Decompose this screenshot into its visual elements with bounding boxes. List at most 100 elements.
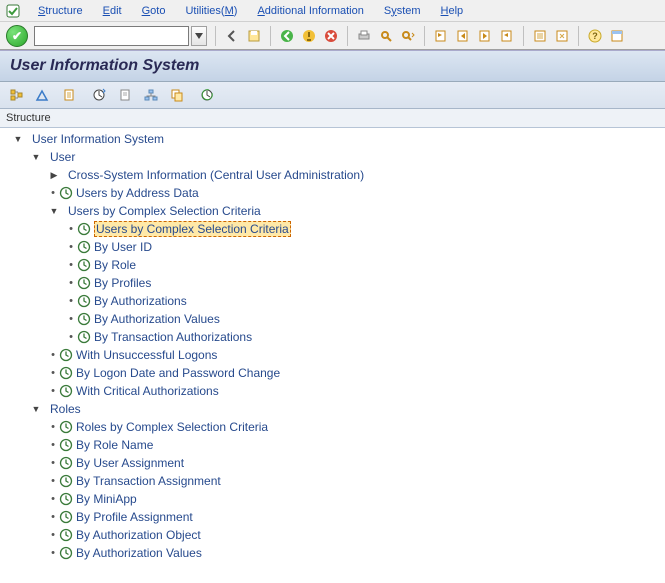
tree-row[interactable]: •By Logon Date and Password Change (0, 364, 665, 382)
menu-utilities[interactable]: Utilities(M) (175, 3, 247, 19)
tree-row[interactable]: •With Unsuccessful Logons (0, 346, 665, 364)
find-next-icon[interactable] (398, 26, 418, 46)
prev-page-icon[interactable] (453, 26, 473, 46)
collapse-icon[interactable]: ▼ (12, 134, 24, 144)
tree-label[interactable]: Roles (50, 402, 81, 416)
tree-row[interactable]: • By Role Name (0, 436, 665, 454)
next-page-icon[interactable] (475, 26, 495, 46)
display-doc-icon[interactable] (58, 85, 80, 105)
expand-subtree-icon[interactable] (6, 85, 28, 105)
tree-row[interactable]: • By User ID (0, 238, 665, 256)
refresh-icon[interactable] (196, 85, 218, 105)
tree-label[interactable]: By Authorization Object (76, 528, 201, 542)
tree-row[interactable]: ▼ Users by Complex Selection Criteria (0, 202, 665, 220)
bullet-icon: • (48, 421, 58, 433)
tree-label[interactable]: With Critical Authorizations (76, 384, 219, 398)
tree-label[interactable]: By Role Name (76, 438, 153, 452)
tree-row[interactable]: • By User Assignment (0, 454, 665, 472)
tree-label[interactable]: By Role (94, 258, 136, 272)
tree-label[interactable]: By Transaction Assignment (76, 474, 221, 488)
back-green-icon[interactable] (277, 26, 297, 46)
menu-additional-info[interactable]: Additional Information (247, 3, 373, 19)
command-field[interactable] (34, 26, 189, 46)
tree-label[interactable]: By Profile Assignment (76, 510, 193, 524)
command-dropdown[interactable] (191, 26, 207, 46)
tree-row[interactable]: ▼ Roles (0, 400, 665, 418)
tree-label[interactable]: Cross-System Information (Central User A… (68, 168, 364, 182)
print-icon[interactable] (354, 26, 374, 46)
new-session-icon[interactable] (530, 26, 550, 46)
app-toolbar (0, 82, 665, 109)
tree-row[interactable]: •By MiniApp (0, 490, 665, 508)
tree-row[interactable]: •With Critical Authorizations (0, 382, 665, 400)
svg-text:?: ? (592, 31, 598, 41)
bullet-icon: • (48, 457, 58, 469)
first-page-icon[interactable] (431, 26, 451, 46)
tree-row[interactable]: •By Profiles (0, 274, 665, 292)
menu-system[interactable]: System (374, 3, 431, 19)
tree-row[interactable]: • By Authorization Object (0, 526, 665, 544)
back-icon[interactable] (222, 26, 242, 46)
tree-label[interactable]: By Profiles (94, 276, 151, 290)
tree-row[interactable]: •Users by Address Data (0, 184, 665, 202)
tree-label[interactable]: User Information System (32, 132, 164, 146)
tree-row[interactable]: •By Authorizations (0, 292, 665, 310)
tree-row[interactable]: •By Role (0, 256, 665, 274)
expand-icon[interactable]: ▶ (48, 170, 60, 181)
tree-label[interactable]: By Authorization Values (76, 546, 202, 560)
tree-label[interactable]: User (50, 150, 75, 164)
cancel-red-icon[interactable] (321, 26, 341, 46)
tree-label[interactable]: By MiniApp (76, 492, 137, 506)
clock-icon (76, 330, 92, 344)
last-page-icon[interactable] (497, 26, 517, 46)
execute-icon[interactable] (88, 85, 110, 105)
bullet-icon: • (66, 241, 76, 253)
tree-label[interactable]: By Logon Date and Password Change (76, 366, 280, 380)
tree-row[interactable]: ▼ User (0, 148, 665, 166)
tree-label[interactable]: Users by Address Data (76, 186, 199, 200)
tree-row[interactable]: •By Transaction Authorizations (0, 328, 665, 346)
where-used-icon[interactable] (140, 85, 162, 105)
bullet-icon: • (48, 529, 58, 541)
menu-goto[interactable]: Goto (132, 3, 176, 19)
clock-icon (58, 492, 74, 506)
tree-label[interactable]: By Transaction Authorizations (94, 330, 252, 344)
copy-icon[interactable] (166, 85, 188, 105)
collapse-icon[interactable]: ▼ (30, 152, 42, 162)
tree-label[interactable]: By Authorizations (94, 294, 187, 308)
tree-label[interactable]: Users by Complex Selection Criteria (94, 221, 291, 237)
tree-label[interactable]: By User Assignment (76, 456, 184, 470)
tree-row[interactable]: •By Profile Assignment (0, 508, 665, 526)
layout-icon[interactable] (607, 26, 627, 46)
bullet-icon: • (48, 439, 58, 451)
bullet-icon: • (48, 547, 58, 559)
clock-icon (58, 510, 74, 524)
app-menu-icon[interactable] (6, 4, 20, 18)
exit-yellow-icon[interactable] (299, 26, 319, 46)
tree-row[interactable]: • By Authorization Values (0, 544, 665, 562)
tree-row[interactable]: ▶ Cross-System Information (Central User … (0, 166, 665, 184)
menu-structure[interactable]: Structure (28, 3, 93, 19)
tree-label[interactable]: By Authorization Values (94, 312, 220, 326)
tree-row[interactable]: •By Authorization Values (0, 310, 665, 328)
clock-icon (58, 348, 74, 362)
tree-row[interactable]: ▼ User Information System (0, 130, 665, 148)
collapse-subtree-icon[interactable] (32, 85, 54, 105)
tree-label[interactable]: Users by Complex Selection Criteria (68, 204, 261, 218)
shortcut-icon[interactable] (552, 26, 572, 46)
help-icon[interactable]: ? (585, 26, 605, 46)
menu-edit[interactable]: Edit (93, 3, 132, 19)
save-icon[interactable] (244, 26, 264, 46)
menu-help[interactable]: Help (431, 3, 474, 19)
tree-row[interactable]: • Roles by Complex Selection Criteria (0, 418, 665, 436)
collapse-icon[interactable]: ▼ (30, 404, 42, 414)
find-icon[interactable] (376, 26, 396, 46)
tree-row[interactable]: •By Transaction Assignment (0, 472, 665, 490)
display-object-icon[interactable] (114, 85, 136, 105)
tree-label[interactable]: By User ID (94, 240, 152, 254)
collapse-icon[interactable]: ▼ (48, 206, 60, 216)
tree-label[interactable]: With Unsuccessful Logons (76, 348, 217, 362)
tree-label[interactable]: Roles by Complex Selection Criteria (76, 420, 268, 434)
tree-row[interactable]: •Users by Complex Selection Criteria (0, 220, 665, 238)
enter-button[interactable]: ✔ (6, 25, 28, 47)
